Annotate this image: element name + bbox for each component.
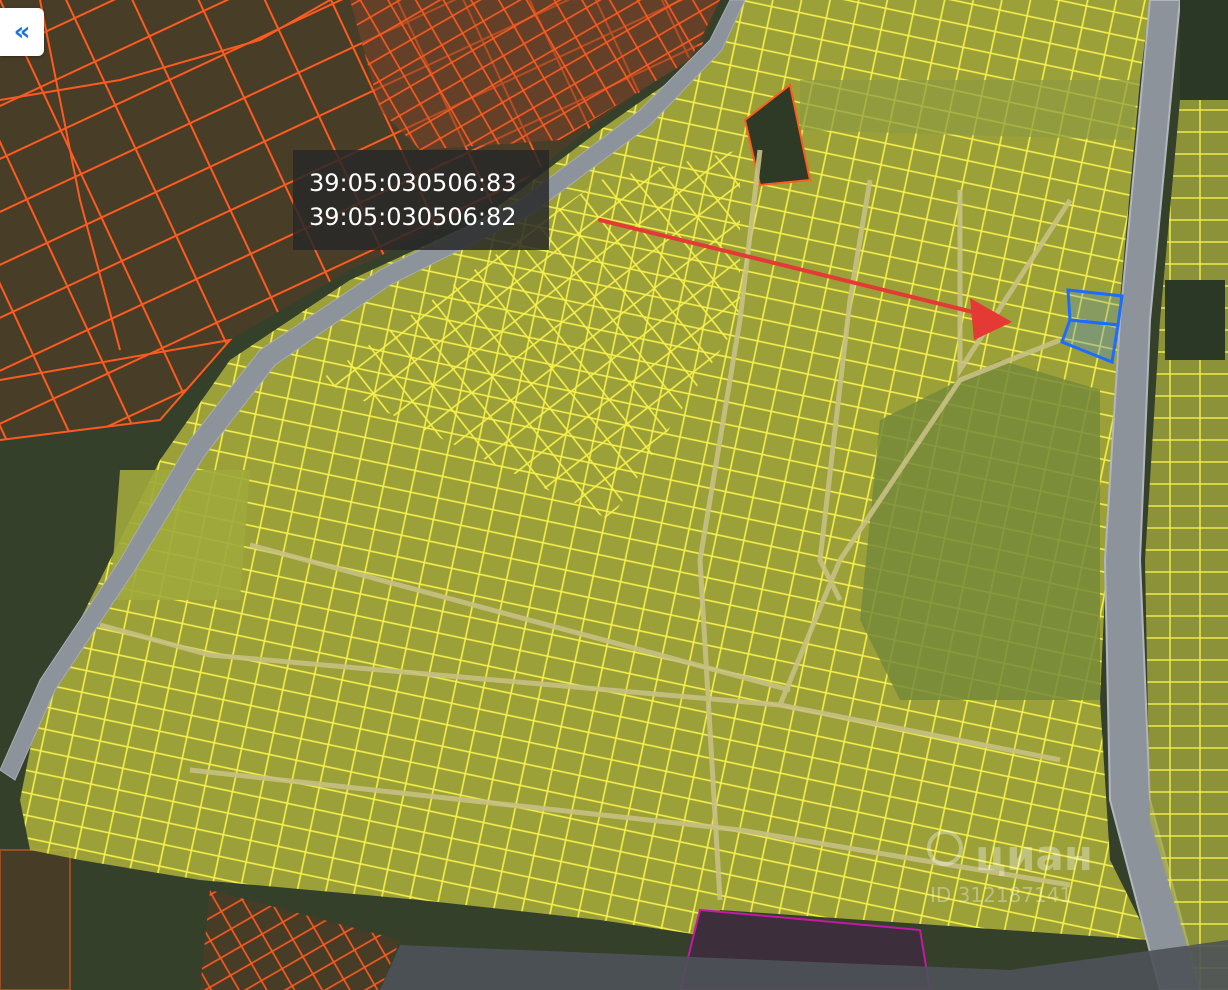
svg-text:циан: циан xyxy=(975,831,1093,880)
svg-text:ID 312187141: ID 312187141 xyxy=(930,883,1072,907)
parcel-number-2: 39:05:030506:82 xyxy=(309,203,517,231)
collapse-panel-button[interactable]: « xyxy=(0,8,44,56)
double-chevron-left-icon: « xyxy=(13,17,31,47)
map-canvas[interactable]: циан ID 312187141 xyxy=(0,0,1228,990)
parcel-label-box: 39:05:030506:83 39:05:030506:82 xyxy=(293,150,549,250)
parcel-number-1: 39:05:030506:83 xyxy=(309,169,517,197)
